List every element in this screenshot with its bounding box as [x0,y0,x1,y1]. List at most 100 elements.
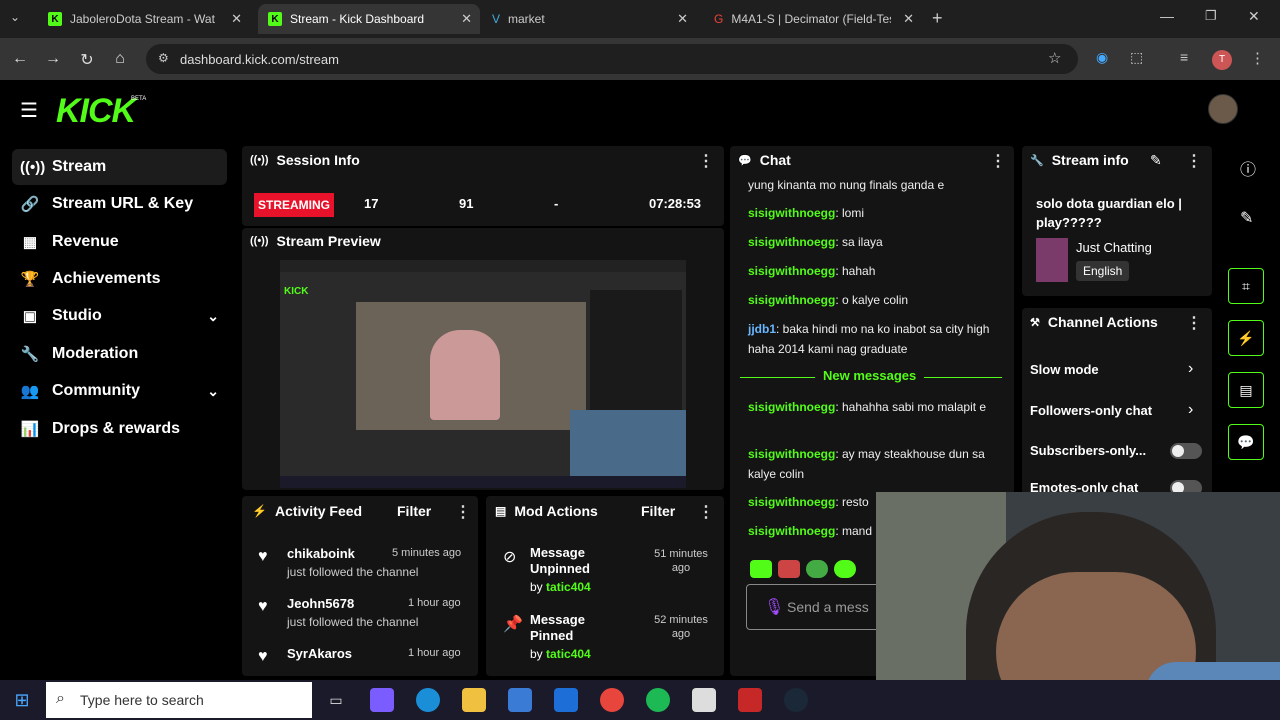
chevron-right-icon[interactable]: › [1188,401,1193,419]
chevron-right-icon[interactable]: › [1188,360,1193,378]
microphone-icon[interactable]: 🎙 [764,597,784,617]
kick-favicon-icon: K [48,12,62,26]
bookmark-star-icon[interactable]: ☆ [1048,49,1061,67]
mod-filter-button[interactable]: Filter [641,503,675,519]
chat-username[interactable]: sisigwithnoegg [748,206,835,220]
chat-username[interactable]: sisigwithnoegg [748,400,835,414]
market-favicon-icon: V [492,12,501,26]
channel-actions-menu-icon[interactable]: ⋮ [1186,313,1202,333]
close-icon[interactable]: ✕ [461,11,472,27]
hamburger-menu-icon[interactable]: ☰ [20,98,38,123]
mail-icon[interactable] [554,688,578,712]
kick-logo[interactable]: KICK [56,92,136,131]
chat-username[interactable]: sisigwithnoegg [748,447,835,461]
sidebar-item-label: Studio [52,307,102,324]
windows-start-icon[interactable]: ⊞ [10,688,34,712]
subscribers-only-toggle[interactable] [1170,443,1202,459]
chat-username[interactable]: sisigwithnoegg [748,235,835,249]
activity-filter-button[interactable]: Filter [397,503,431,519]
tab-jabolero[interactable]: K JaboleroDota Stream - Wat ✕ [38,4,250,34]
site-info-icon[interactable]: ⚙ [158,51,169,65]
chat-input-placeholder: Send a mess [787,599,869,615]
minimize-icon[interactable]: — [1160,8,1174,24]
rail-chat-button[interactable]: 💬 [1228,424,1264,460]
reload-icon[interactable]: ↻ [77,50,97,70]
activity-menu-icon[interactable]: ⋮ [455,502,471,522]
mod-menu-icon[interactable]: ⋮ [698,502,714,522]
chat-username[interactable]: sisigwithnoegg [748,264,835,278]
sidebar-item-revenue[interactable]: ▦ Revenue [12,224,227,260]
home-icon[interactable]: ⌂ [110,50,130,68]
sidebar-item-stream[interactable]: ((•)) Stream [12,149,227,185]
stream-preview-video[interactable]: KICK [280,260,686,488]
puzzle-icon[interactable]: ⬚ [1130,49,1143,66]
user-avatar[interactable] [1208,94,1238,124]
chrome-icon[interactable] [600,688,624,712]
taskbar-search-input[interactable]: Type here to search [46,682,312,718]
lightning-icon: ⚡ [252,504,267,518]
chart-icon: 📊 [20,421,40,438]
sidebar-item-moderation[interactable]: 🔧 Moderation [12,336,227,372]
activity-item: SyrAkaros [287,646,352,661]
chat-menu-icon[interactable]: ⋮ [990,151,1006,171]
activity-user[interactable]: Jeohn5678 [287,596,418,611]
close-window-icon[interactable]: ✕ [1248,8,1260,25]
info-icon[interactable]: ⓘ [1240,156,1256,180]
media-icon[interactable]: ≡ [1180,49,1188,65]
copilot-icon[interactable] [370,688,394,712]
store-icon[interactable] [508,688,532,712]
chat-message: sisigwithnoegg: hahahha sabi mo malapit … [748,400,987,414]
emote-icon[interactable] [750,560,772,578]
broadcast-icon: ((•)) [250,154,269,166]
chat-username[interactable]: sisigwithnoegg [748,293,835,307]
steam-icon[interactable] [784,688,808,712]
emote-icon[interactable] [806,560,828,578]
tab-search-icon[interactable]: ⌄ [10,10,20,24]
file-explorer-icon[interactable] [462,688,486,712]
emote-icon[interactable] [834,560,856,578]
spotify-icon[interactable] [646,688,670,712]
extension-icon[interactable]: ◉ [1096,49,1108,66]
link-icon: 🔗 [20,196,40,213]
rail-document-button[interactable]: ▤ [1228,372,1264,408]
stream-info-menu-icon[interactable]: ⋮ [1186,151,1202,171]
rail-lightning-button[interactable]: ⚡ [1228,320,1264,356]
activity-user[interactable]: SyrAkaros [287,646,352,661]
close-icon[interactable]: ✕ [903,11,914,27]
slow-mode-item[interactable]: Slow mode [1030,362,1099,377]
profile-avatar[interactable]: T [1212,50,1232,70]
sidebar-item-drops[interactable]: 📊 Drops & rewards [12,411,227,447]
app-red-icon[interactable] [738,688,762,712]
sidebar-item-community[interactable]: 👥 Community ⌄ [12,373,227,409]
close-icon[interactable]: ✕ [677,11,688,27]
chat-username[interactable]: sisigwithnoegg [748,495,835,509]
followers-only-item[interactable]: Followers-only chat [1030,403,1152,418]
tab-market[interactable]: Vmarket ✕ [482,4,696,34]
sidebar-item-studio[interactable]: ▣ Studio ⌄ [12,298,227,334]
tab-decimator[interactable]: G M4A1-S | Decimator (Field-Test ✕ [704,4,922,34]
chat-username[interactable]: sisigwithnoegg [748,524,835,538]
url-input[interactable]: dashboard.kick.com/stream [146,44,1078,74]
edit-pencil-icon[interactable]: ✎ [1150,152,1162,169]
category-thumbnail [1036,238,1068,282]
emote-icon[interactable] [778,560,800,578]
browser-menu-icon[interactable]: ⋮ [1250,49,1265,67]
pencil-icon[interactable]: ✎ [1240,208,1253,228]
tab-kick-dashboard[interactable]: K Stream - Kick Dashboard ✕ [258,4,480,34]
rail-scan-button[interactable]: ⌗ [1228,268,1264,304]
edge-icon[interactable] [416,688,440,712]
mod-user-link[interactable]: tatic404 [546,580,591,594]
sidebar-item-achievements[interactable]: 🏆 Achievements [12,261,227,297]
mod-user-link[interactable]: tatic404 [546,647,591,661]
category-name[interactable]: Just Chatting [1076,240,1152,255]
task-view-icon[interactable]: ▭ [324,688,348,712]
new-tab-button[interactable]: + [932,8,943,29]
session-menu-icon[interactable]: ⋮ [698,151,714,171]
close-icon[interactable]: ✕ [231,11,242,27]
sidebar-item-stream-url[interactable]: 🔗 Stream URL & Key [12,186,227,222]
forward-icon[interactable]: → [43,50,63,68]
app-icon[interactable] [692,688,716,712]
restore-icon[interactable]: ❐ [1205,8,1217,24]
back-icon[interactable]: ← [10,50,30,68]
chat-username[interactable]: jjdb1 [748,322,776,336]
